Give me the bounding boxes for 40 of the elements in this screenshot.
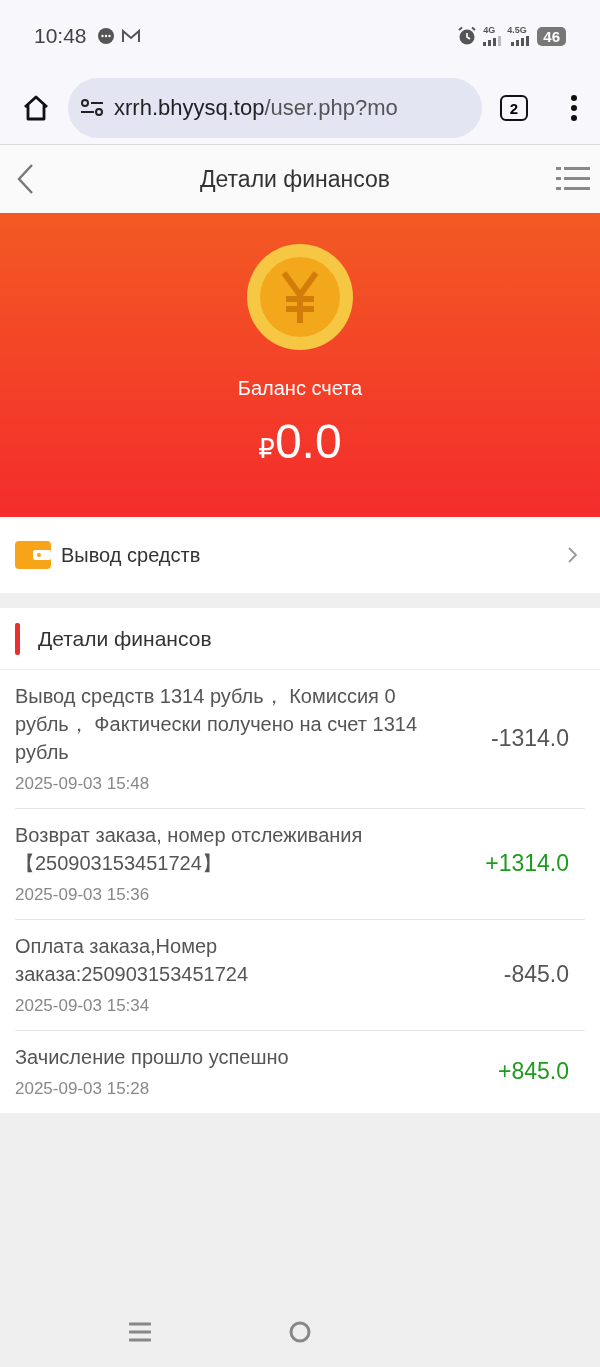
alarm-icon [457, 26, 478, 46]
home-button-icon[interactable] [289, 1321, 311, 1343]
recent-apps-icon[interactable] [129, 1321, 151, 1343]
section-title: Детали финансов [38, 626, 212, 651]
currency-symbol: ₽ [258, 434, 275, 465]
site-settings-icon[interactable] [80, 98, 104, 118]
transaction-date: 2025-09-03 15:48 [15, 774, 151, 794]
transaction-date: 2025-09-03 15:28 [15, 1079, 151, 1099]
yen-coin-icon [246, 243, 354, 351]
signal-indicator: 4.5G [507, 26, 530, 46]
transaction-description: Оплата заказа,Номер заказа:250903153451724 [15, 934, 250, 987]
transaction-description: Вывод средств 1314 рубль， Комиссия 0 рубль， Фактически получено на счет 1314 рубль [15, 684, 419, 765]
signal-indicator: 4G [483, 26, 502, 46]
tab-count-button[interactable]: 2 [500, 95, 528, 121]
home-icon[interactable] [22, 94, 50, 122]
transaction-amount: -1314.0 [491, 724, 569, 752]
list-menu-icon[interactable] [556, 166, 590, 192]
address-bar[interactable]: xrrh.bhyysq.top/user.php?mo [68, 78, 482, 138]
transaction-amount: +1314.0 [485, 849, 569, 877]
wallet-icon [15, 541, 51, 569]
status-time: 10:48 [34, 24, 87, 48]
withdraw-row[interactable]: Вывод средств [0, 517, 600, 593]
transaction-description: Возврат заказа, номер отслеживания 【250903153451724】 [15, 823, 364, 876]
withdraw-label: Вывод средств [61, 543, 202, 567]
page-title: Детали финансов [199, 165, 391, 193]
accent-bar [15, 622, 20, 655]
chevron-right-icon [568, 547, 578, 563]
balance-label: Баланс счета [237, 377, 363, 400]
transaction-date: 2025-09-03 15:34 [15, 996, 151, 1016]
transaction-description: Зачисление прошло успешно [15, 1045, 290, 1070]
transaction-amount: +845.0 [498, 1057, 569, 1085]
url-text: xrrh.bhyysq.top/user.php?mo [114, 95, 398, 121]
balance-amount: 0.0 [274, 414, 342, 469]
menu-icon[interactable] [570, 94, 578, 122]
transaction-amount: -845.0 [503, 960, 569, 988]
back-icon[interactable] [16, 163, 34, 195]
mail-icon [120, 28, 141, 44]
battery-indicator: 46 [537, 26, 566, 46]
transaction-date: 2025-09-03 15:36 [15, 885, 151, 905]
chat-icon [96, 27, 115, 45]
